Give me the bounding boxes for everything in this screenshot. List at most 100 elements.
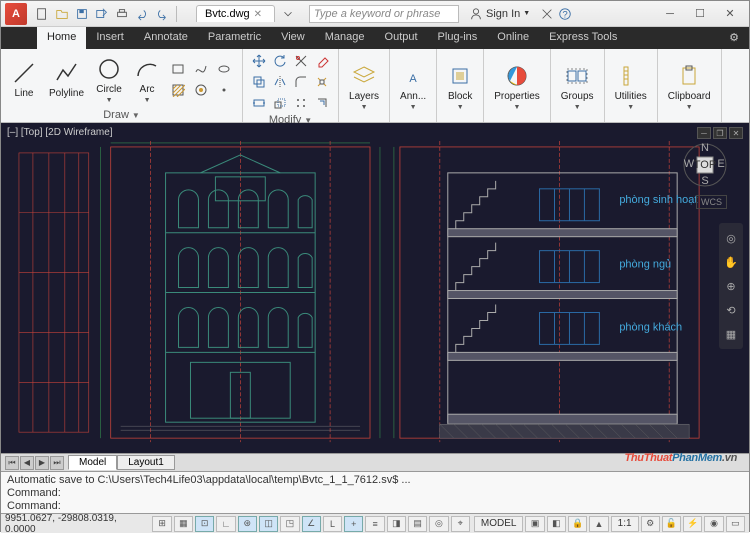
new-icon[interactable] — [33, 5, 51, 23]
viewcube[interactable]: TOP N E W S — [683, 143, 727, 187]
circle-button[interactable]: Circle▼ — [92, 54, 126, 106]
point-icon[interactable] — [214, 80, 234, 100]
exchange-icon[interactable] — [538, 5, 556, 23]
panel-groups[interactable]: Groups▼ — [551, 49, 605, 122]
sign-in-button[interactable]: Sign In ▼ — [469, 7, 530, 21]
move-icon[interactable] — [249, 51, 269, 71]
polyline-button[interactable]: Polyline — [45, 58, 88, 101]
ribbon-options-icon[interactable]: ⚙ — [719, 27, 749, 49]
layout-quick-icon[interactable]: ▣ — [525, 516, 544, 532]
showmotion-icon[interactable]: ▦ — [722, 325, 740, 343]
model-space-button[interactable]: MODEL — [474, 516, 524, 532]
tab-home[interactable]: Home — [37, 27, 86, 49]
grid-icon[interactable]: ⊡ — [195, 516, 214, 532]
minimize-button[interactable]: ─ — [655, 4, 685, 24]
panel-clipboard[interactable]: Clipboard▼ — [658, 49, 722, 122]
hatch-icon[interactable] — [168, 80, 188, 100]
tpy-icon[interactable]: ◨ — [387, 516, 406, 532]
drawing-area[interactable]: [–] [Top] [2D Wireframe] ─ ❐ ✕ TOP N E W… — [1, 123, 749, 453]
toolbar-lock-icon[interactable]: 🔓 — [662, 516, 681, 532]
sc-icon[interactable]: ◎ — [429, 516, 448, 532]
trim-icon[interactable] — [291, 51, 311, 71]
pan-icon[interactable]: ✋ — [722, 253, 740, 271]
command-line[interactable]: Automatic save to C:\Users\Tech4Life03\a… — [1, 471, 749, 513]
panel-properties[interactable]: Properties▼ — [484, 49, 551, 122]
ducs-icon[interactable]: L — [323, 516, 342, 532]
copy-icon[interactable] — [249, 72, 269, 92]
annotation-scale[interactable]: 1:1 — [611, 516, 639, 532]
mirror-icon[interactable] — [270, 72, 290, 92]
orbit-icon[interactable]: ⟲ — [722, 301, 740, 319]
redo-icon[interactable] — [153, 5, 171, 23]
clean-screen-icon[interactable]: ▭ — [726, 516, 745, 532]
workspace-switching-icon[interactable]: ⚙ — [641, 516, 660, 532]
panel-utilities[interactable]: Utilities▼ — [605, 49, 658, 122]
offset-icon[interactable] — [312, 93, 332, 113]
scale-icon[interactable] — [270, 93, 290, 113]
wcs-label[interactable]: WCS — [696, 195, 727, 209]
fillet-icon[interactable] — [291, 72, 311, 92]
3dosnap-icon[interactable]: ◳ — [280, 516, 299, 532]
line-button[interactable]: Line — [7, 58, 41, 101]
layout-grid-icon[interactable]: ◧ — [547, 516, 566, 532]
layout-next-icon[interactable]: ▶ — [35, 456, 49, 470]
erase-icon[interactable] — [312, 51, 332, 71]
mdi-minimize[interactable]: ─ — [697, 127, 711, 139]
tab-express[interactable]: Express Tools — [539, 27, 627, 49]
view-label[interactable]: [–] [Top] [2D Wireframe] — [7, 127, 113, 138]
maximize-button[interactable]: ☐ — [685, 4, 715, 24]
explode-icon[interactable] — [312, 72, 332, 92]
file-tab[interactable]: Bvtc.dwg ✕ — [196, 5, 275, 22]
dyn-icon[interactable]: + — [344, 516, 363, 532]
array-icon[interactable] — [291, 93, 311, 113]
ortho-icon[interactable]: ∟ — [216, 516, 235, 532]
infer-constraints-icon[interactable]: ⊞ — [152, 516, 171, 532]
am-icon[interactable]: ⌖ — [451, 516, 470, 532]
help-icon[interactable]: ? — [556, 5, 574, 23]
snap-icon[interactable]: ▦ — [174, 516, 193, 532]
layout-first-icon[interactable]: ⏮ — [5, 456, 19, 470]
arc-button[interactable]: Arc▼ — [130, 54, 164, 106]
plot-icon[interactable] — [113, 5, 131, 23]
saveas-icon[interactable] — [93, 5, 111, 23]
panel-block[interactable]: Block▼ — [437, 49, 484, 122]
tab-output[interactable]: Output — [375, 27, 428, 49]
close-button[interactable]: ✕ — [715, 4, 745, 24]
annotation-visibility-icon[interactable]: ▲ — [589, 516, 608, 532]
isolate-objects-icon[interactable]: ◉ — [704, 516, 723, 532]
polar-icon[interactable]: ⊛ — [238, 516, 257, 532]
tab-manage[interactable]: Manage — [315, 27, 375, 49]
qp-icon[interactable]: ▤ — [408, 516, 427, 532]
spline-icon[interactable] — [191, 59, 211, 79]
tab-insert[interactable]: Insert — [86, 27, 134, 49]
annotation-scale-lock-icon[interactable]: 🔒 — [568, 516, 587, 532]
app-logo[interactable]: A — [5, 3, 27, 25]
tab-parametric[interactable]: Parametric — [198, 27, 271, 49]
save-icon[interactable] — [73, 5, 91, 23]
hardware-accel-icon[interactable]: ⚡ — [683, 516, 702, 532]
undo-icon[interactable] — [133, 5, 151, 23]
panel-layers[interactable]: Layers▼ — [339, 49, 390, 122]
tab-annotate[interactable]: Annotate — [134, 27, 198, 49]
layout-tab-model[interactable]: Model — [68, 455, 117, 470]
search-input[interactable]: Type a keyword or phrase — [309, 5, 459, 23]
steering-wheel-icon[interactable]: ◎ — [722, 229, 740, 247]
layout-tab-layout1[interactable]: Layout1 — [117, 455, 175, 470]
close-tab-icon[interactable]: ✕ — [254, 9, 262, 20]
panel-annotation[interactable]: AAnn...▼ — [390, 49, 437, 122]
layout-last-icon[interactable]: ⏭ — [50, 456, 64, 470]
osnap-icon[interactable]: ◫ — [259, 516, 278, 532]
otrack-icon[interactable]: ∠ — [302, 516, 321, 532]
mdi-restore[interactable]: ❐ — [713, 127, 727, 139]
search-toggle-icon[interactable] — [279, 5, 297, 23]
lwt-icon[interactable]: ≡ — [365, 516, 384, 532]
stretch-icon[interactable] — [249, 93, 269, 113]
ellipse-icon[interactable] — [214, 59, 234, 79]
tab-view[interactable]: View — [271, 27, 315, 49]
zoom-extents-icon[interactable]: ⊕ — [722, 277, 740, 295]
layout-prev-icon[interactable]: ◀ — [20, 456, 34, 470]
gradient-icon[interactable] — [191, 80, 211, 100]
rectangle-icon[interactable] — [168, 59, 188, 79]
rotate-icon[interactable] — [270, 51, 290, 71]
tab-plugins[interactable]: Plug-ins — [428, 27, 488, 49]
